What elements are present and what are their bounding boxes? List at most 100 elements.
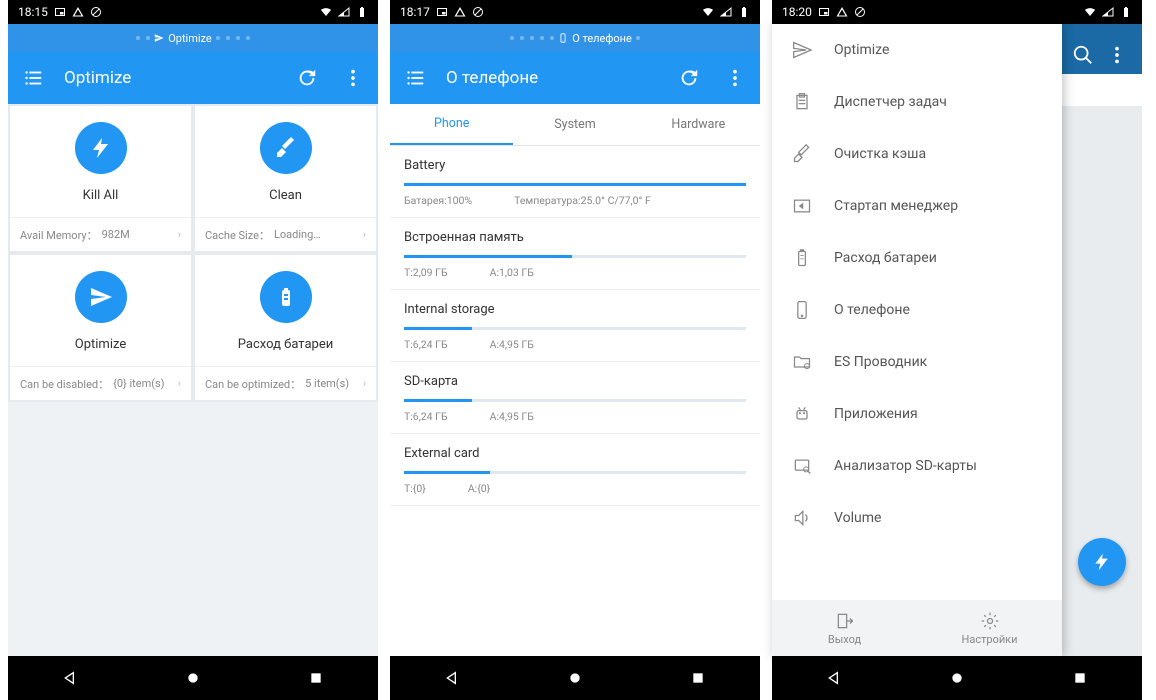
drawer-item-optimize[interactable]: Optimize: [772, 24, 1062, 76]
refresh-button[interactable]: [674, 63, 704, 93]
warning-icon: [454, 6, 466, 18]
nav-home[interactable]: [555, 670, 595, 686]
card-optimize[interactable]: Optimize Can be disabled： {0} item(s) ›: [10, 255, 191, 400]
refresh-button[interactable]: [292, 63, 322, 93]
navigation-bar: [8, 656, 378, 700]
pip-icon: [818, 6, 830, 18]
nav-recents[interactable]: [678, 670, 718, 686]
phone-optimize: 18:15 Optimize Optimize: [8, 0, 378, 700]
nav-back[interactable]: [50, 670, 90, 686]
nav-recents[interactable]: [296, 670, 336, 686]
drawer-item-about-phone[interactable]: О телефоне: [772, 284, 1062, 336]
android-icon: [792, 404, 812, 424]
drawer-exit-button[interactable]: Выход: [772, 600, 917, 656]
section-internal-storage[interactable]: Internal storage T:6,24 ГБA:4,95 ГБ: [390, 290, 760, 362]
nav-back[interactable]: [814, 670, 854, 686]
section-sd-card[interactable]: SD-карта T:6,24 ГБA:4,95 ГБ: [390, 362, 760, 434]
battery-icon: [274, 285, 298, 309]
pip-icon: [54, 6, 66, 18]
more-vert-icon: [724, 67, 746, 89]
battery-icon: [738, 6, 750, 18]
card-kill-all[interactable]: Kill All Avail Memory： 982M ›: [10, 106, 191, 251]
card-title: Расход батареи: [238, 337, 333, 352]
folder-icon: [792, 352, 812, 372]
chevron-right-icon: ›: [363, 377, 366, 390]
app-bar: О телефоне: [390, 52, 760, 104]
pip-icon: [436, 6, 448, 18]
tab-system[interactable]: System: [513, 104, 636, 145]
drawer-item-es-explorer[interactable]: ES Проводник: [772, 336, 1062, 388]
battery-icon: [356, 6, 368, 18]
chevron-right-icon: ›: [178, 377, 181, 390]
phone-about: 18:17 О телефоне О телефоне: [390, 0, 760, 700]
status-bar: 18:20: [772, 0, 1142, 24]
menu-button[interactable]: [400, 63, 430, 93]
status-time: 18:17: [400, 5, 430, 19]
chevron-right-icon: ›: [363, 228, 366, 241]
battery-icon: [792, 248, 812, 268]
drawer-item-task-manager[interactable]: Диспетчер задач: [772, 76, 1062, 128]
search-icon[interactable]: [1072, 44, 1094, 66]
card-title: Kill All: [83, 188, 119, 203]
signal-icon: [1102, 6, 1114, 18]
card-clean[interactable]: Clean Cache Size： Loading… ›: [195, 106, 376, 251]
status-time: 18:15: [18, 5, 48, 19]
no-entry-icon: [472, 6, 484, 18]
nav-back[interactable]: [432, 670, 472, 686]
no-entry-icon: [90, 6, 102, 18]
phone-drawer: 18:20 Optimize: [772, 0, 1142, 700]
signal-icon: [338, 6, 350, 18]
drawer-item-cache-clear[interactable]: Очистка кэша: [772, 128, 1062, 180]
drawer-item-sd-analyzer[interactable]: Анализатор SD-карты: [772, 440, 1062, 492]
more-vert-icon: [342, 67, 364, 89]
gear-icon: [980, 611, 1000, 631]
nav-home[interactable]: [173, 670, 213, 686]
card-sub-row[interactable]: Avail Memory： 982M ›: [10, 217, 191, 251]
no-entry-icon: [854, 6, 866, 18]
section-external-card[interactable]: External card T:{0}A:{0}: [390, 434, 760, 506]
send-icon: [154, 33, 164, 43]
card-title: Clean: [269, 188, 302, 203]
card-sub-row[interactable]: Can be disabled： {0} item(s) ›: [10, 366, 191, 400]
brush-icon: [792, 144, 812, 164]
nav-home[interactable]: [937, 670, 977, 686]
sd-icon: [792, 456, 812, 476]
drawer-bottom-bar: Выход Настройки: [772, 600, 1062, 656]
wifi-icon: [1084, 6, 1096, 18]
signal-icon: [720, 6, 732, 18]
bolt-icon: [1092, 552, 1112, 572]
tab-hardware[interactable]: Hardware: [637, 104, 760, 145]
app-bar: Optimize: [8, 52, 378, 104]
brush-icon: [274, 136, 298, 160]
tab-phone[interactable]: Phone: [390, 104, 513, 145]
nav-recents[interactable]: [1060, 670, 1100, 686]
card-battery-usage[interactable]: Расход батареи Can be optimized： 5 item(…: [195, 255, 376, 400]
overflow-button[interactable]: [720, 63, 750, 93]
page-title: О телефоне: [446, 68, 658, 88]
page-title: Optimize: [64, 68, 276, 88]
status-bar: 18:17: [390, 0, 760, 24]
section-builtin-memory[interactable]: Встроенная память T:2,09 ГБA:1,03 ГБ: [390, 218, 760, 290]
wifi-icon: [320, 6, 332, 18]
volume-icon: [792, 508, 812, 528]
drawer-item-battery-usage[interactable]: Расход батареи: [772, 232, 1062, 284]
more-vert-icon[interactable]: [1106, 44, 1128, 66]
bolt-icon: [89, 136, 113, 160]
drawer-settings-button[interactable]: Настройки: [917, 600, 1062, 656]
wifi-icon: [702, 6, 714, 18]
menu-button[interactable]: [18, 63, 48, 93]
pager-strip: Optimize: [8, 24, 378, 52]
status-bar: 18:15: [8, 0, 378, 24]
section-battery[interactable]: Battery Батарея:100%Температура:25.0° C/…: [390, 146, 760, 218]
clipboard-icon: [792, 92, 812, 112]
card-sub-row[interactable]: Can be optimized： 5 item(s) ›: [195, 366, 376, 400]
drawer-item-apps[interactable]: Приложения: [772, 388, 1062, 440]
drawer-item-volume[interactable]: Volume: [772, 492, 1062, 544]
fab-bolt[interactable]: [1078, 538, 1126, 586]
battery-icon: [1120, 6, 1132, 18]
exit-icon: [835, 611, 855, 631]
overflow-button[interactable]: [338, 63, 368, 93]
drawer-item-startup-manager[interactable]: Стартап менеджер: [772, 180, 1062, 232]
phone-icon: [558, 33, 568, 43]
card-sub-row[interactable]: Cache Size： Loading… ›: [195, 217, 376, 251]
